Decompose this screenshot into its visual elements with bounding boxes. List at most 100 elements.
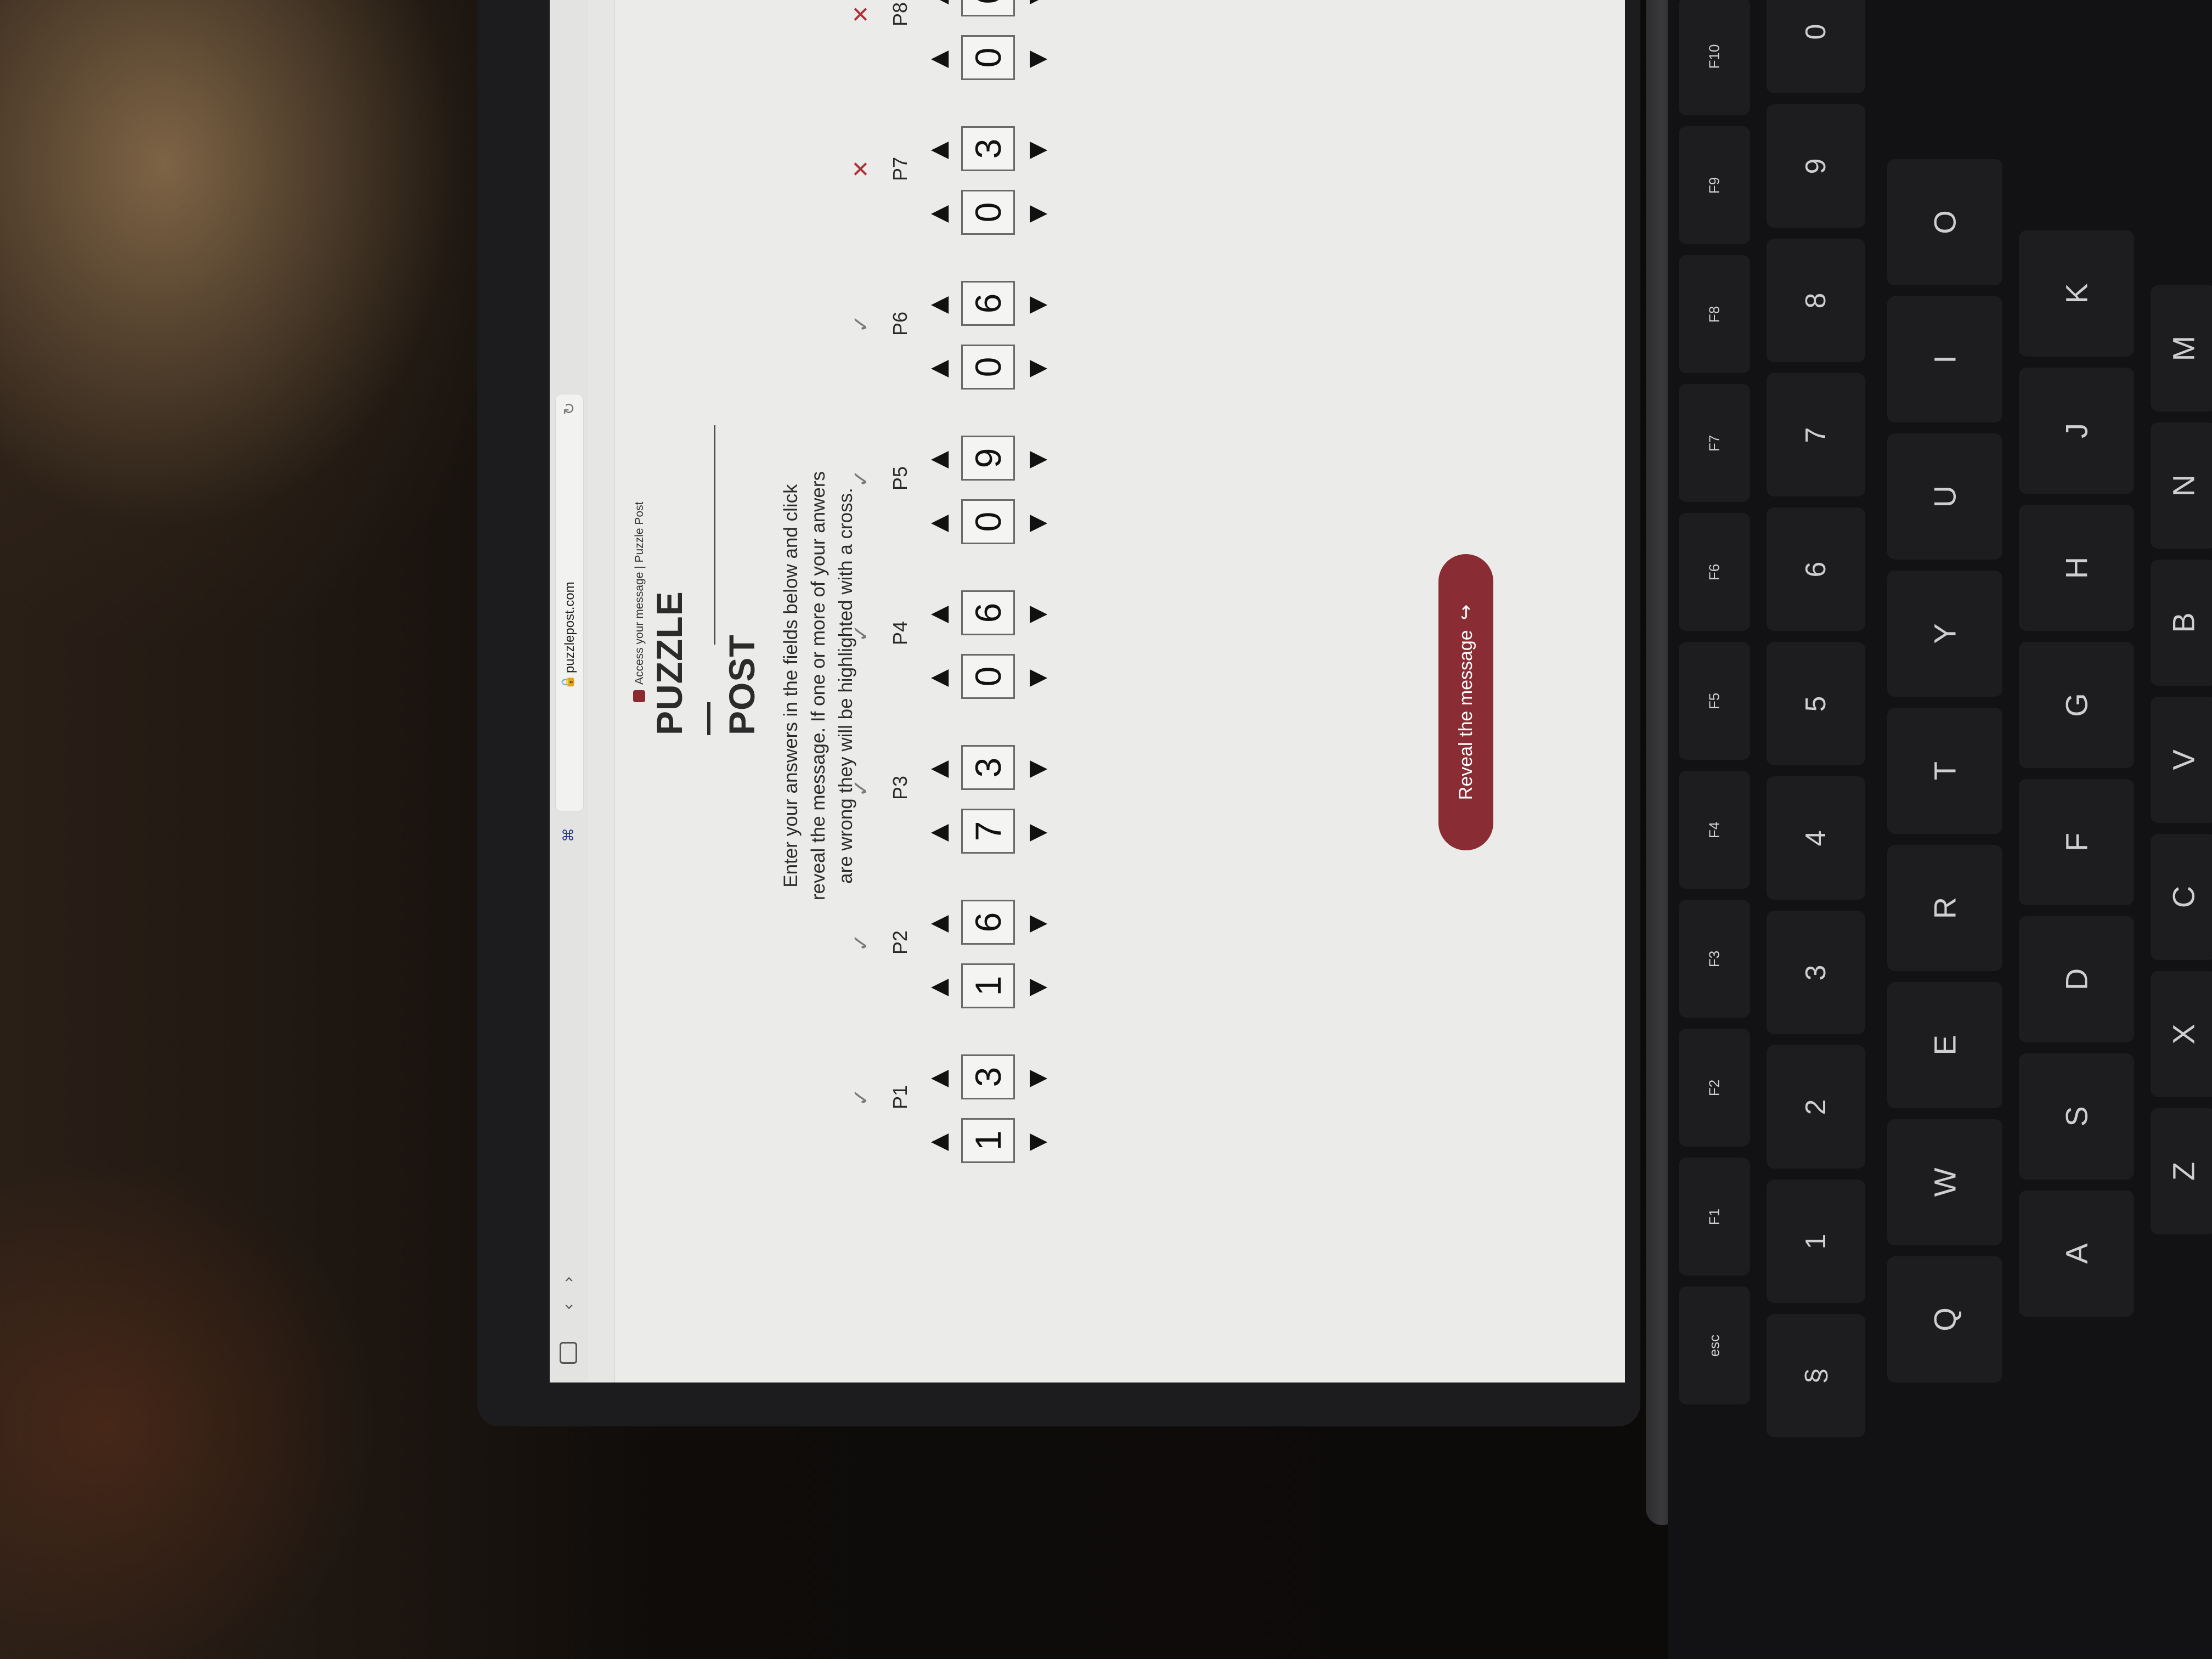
digit-field[interactable]: 6 xyxy=(961,590,1015,635)
increment-arrow-icon[interactable]: ▲ xyxy=(924,758,951,780)
letter-key[interactable]: O xyxy=(1887,159,2002,285)
digit-field[interactable]: 6 xyxy=(961,900,1015,945)
letter-key[interactable]: H xyxy=(2019,505,2134,631)
increment-arrow-icon[interactable]: ▲ xyxy=(924,358,951,380)
decrement-arrow-icon[interactable]: ▼ xyxy=(1023,913,1050,935)
letter-key[interactable]: D xyxy=(2019,916,2134,1042)
digit-field[interactable]: 6 xyxy=(961,281,1015,326)
letter-key[interactable]: Y xyxy=(1887,571,2002,697)
digit-field[interactable]: 0 xyxy=(961,345,1015,390)
decrement-arrow-icon[interactable]: ▼ xyxy=(1023,449,1050,471)
extension-icon[interactable]: ⌘ xyxy=(560,825,578,845)
letter-key[interactable]: Q xyxy=(1887,1256,2002,1383)
reload-icon[interactable]: ↻ xyxy=(560,402,578,415)
increment-arrow-icon[interactable]: ▲ xyxy=(924,48,951,70)
letter-key[interactable]: X xyxy=(2151,971,2212,1097)
number-key[interactable]: 0 xyxy=(1767,0,1865,93)
increment-arrow-icon[interactable]: ▲ xyxy=(924,139,951,161)
decrement-arrow-icon[interactable]: ▼ xyxy=(1023,822,1050,844)
letter-key[interactable]: N xyxy=(2151,422,2212,549)
back-icon[interactable]: ‹ xyxy=(559,1297,578,1317)
decrement-arrow-icon[interactable]: ▼ xyxy=(1023,203,1050,225)
increment-arrow-icon[interactable]: ▲ xyxy=(924,294,951,316)
digit-field[interactable]: 1 xyxy=(961,963,1015,1008)
letter-key[interactable]: J xyxy=(2019,368,2134,494)
digit-field[interactable]: 3 xyxy=(961,745,1015,790)
digit-field[interactable]: 1 xyxy=(961,1118,1015,1163)
increment-arrow-icon[interactable]: ▲ xyxy=(924,913,951,935)
decrement-arrow-icon[interactable]: ▼ xyxy=(1023,1131,1050,1153)
increment-arrow-icon[interactable]: ▲ xyxy=(924,449,951,471)
number-key[interactable]: 3 xyxy=(1767,911,1865,1034)
digit-field[interactable]: 0 xyxy=(961,0,1015,16)
decrement-arrow-icon[interactable]: ▼ xyxy=(1023,512,1050,534)
increment-arrow-icon[interactable]: ▲ xyxy=(924,203,951,225)
address-bar[interactable]: 🔒 puzzlepost.com ↻ xyxy=(555,394,584,812)
number-key[interactable]: 4 xyxy=(1767,776,1865,900)
decrement-arrow-icon[interactable]: ▼ xyxy=(1023,139,1050,161)
function-key[interactable]: F3 xyxy=(1679,900,1750,1018)
letter-key[interactable]: W xyxy=(1887,1119,2002,1245)
letter-key[interactable]: B xyxy=(2151,560,2212,686)
tab-title[interactable]: Access your message | Puzzle Post xyxy=(633,502,646,685)
function-key[interactable]: F1 xyxy=(1679,1158,1750,1276)
decrement-arrow-icon[interactable]: ▼ xyxy=(1023,294,1050,316)
reveal-message-button[interactable]: Reveal the message ↪ xyxy=(1438,554,1493,850)
increment-arrow-icon[interactable]: ▲ xyxy=(924,603,951,625)
sidebar-toggle-icon[interactable] xyxy=(560,1342,577,1364)
digit-field[interactable]: 9 xyxy=(961,436,1015,481)
letter-key[interactable]: M xyxy=(2151,285,2212,411)
increment-arrow-icon[interactable]: ▲ xyxy=(924,0,951,7)
decrement-arrow-icon[interactable]: ▼ xyxy=(1023,603,1050,625)
number-key[interactable]: 5 xyxy=(1767,642,1865,765)
number-key[interactable]: 2 xyxy=(1767,1045,1865,1169)
increment-arrow-icon[interactable]: ▲ xyxy=(924,1131,951,1153)
function-key[interactable]: F6 xyxy=(1679,513,1750,631)
digit-field[interactable]: 0 xyxy=(961,35,1015,80)
letter-key[interactable]: A xyxy=(2019,1190,2134,1317)
digit-field[interactable]: 3 xyxy=(961,126,1015,171)
function-key[interactable]: F8 xyxy=(1679,255,1750,373)
function-key[interactable]: F9 xyxy=(1679,126,1750,244)
decrement-arrow-icon[interactable]: ▼ xyxy=(1023,0,1050,7)
letter-key[interactable]: R xyxy=(1887,845,2002,971)
letter-key[interactable]: K xyxy=(2019,230,2134,357)
letter-key[interactable]: U xyxy=(1887,433,2002,560)
decrement-arrow-icon[interactable]: ▼ xyxy=(1023,977,1050,998)
letter-key[interactable]: I xyxy=(1887,296,2002,422)
function-key[interactable]: F5 xyxy=(1679,642,1750,760)
decrement-arrow-icon[interactable]: ▼ xyxy=(1023,358,1050,380)
number-key[interactable]: 9 xyxy=(1767,104,1865,228)
number-key[interactable]: § xyxy=(1767,1314,1865,1437)
number-key[interactable]: 7 xyxy=(1767,373,1865,496)
letter-key[interactable]: S xyxy=(2019,1053,2134,1180)
number-key[interactable]: 8 xyxy=(1767,239,1865,362)
function-key[interactable]: F4 xyxy=(1679,771,1750,889)
forward-icon[interactable]: › xyxy=(559,1269,578,1289)
digit-field[interactable]: 0 xyxy=(961,654,1015,699)
letter-key[interactable]: C xyxy=(2151,834,2212,960)
digit-field[interactable]: 0 xyxy=(961,499,1015,544)
number-key[interactable]: 6 xyxy=(1767,507,1865,631)
increment-arrow-icon[interactable]: ▲ xyxy=(924,512,951,534)
digit-field[interactable]: 3 xyxy=(961,1054,1015,1099)
decrement-arrow-icon[interactable]: ▼ xyxy=(1023,48,1050,70)
decrement-arrow-icon[interactable]: ▼ xyxy=(1023,1068,1050,1090)
letter-key[interactable]: Z xyxy=(2151,1108,2212,1234)
letter-key[interactable]: G xyxy=(2019,642,2134,768)
letter-key[interactable]: F xyxy=(2019,779,2134,905)
increment-arrow-icon[interactable]: ▲ xyxy=(924,1068,951,1090)
function-key[interactable]: F7 xyxy=(1679,384,1750,502)
digit-field[interactable]: 7 xyxy=(961,809,1015,854)
function-key[interactable]: F2 xyxy=(1679,1029,1750,1147)
letter-key[interactable]: T xyxy=(1887,708,2002,834)
letter-key[interactable]: V xyxy=(2151,697,2212,823)
decrement-arrow-icon[interactable]: ▼ xyxy=(1023,667,1050,689)
decrement-arrow-icon[interactable]: ▼ xyxy=(1023,758,1050,780)
function-key[interactable]: F10 xyxy=(1679,0,1750,115)
function-key[interactable]: esc xyxy=(1679,1286,1750,1404)
increment-arrow-icon[interactable]: ▲ xyxy=(924,977,951,998)
digit-field[interactable]: 0 xyxy=(961,190,1015,235)
letter-key[interactable]: E xyxy=(1887,982,2002,1108)
increment-arrow-icon[interactable]: ▲ xyxy=(924,667,951,689)
